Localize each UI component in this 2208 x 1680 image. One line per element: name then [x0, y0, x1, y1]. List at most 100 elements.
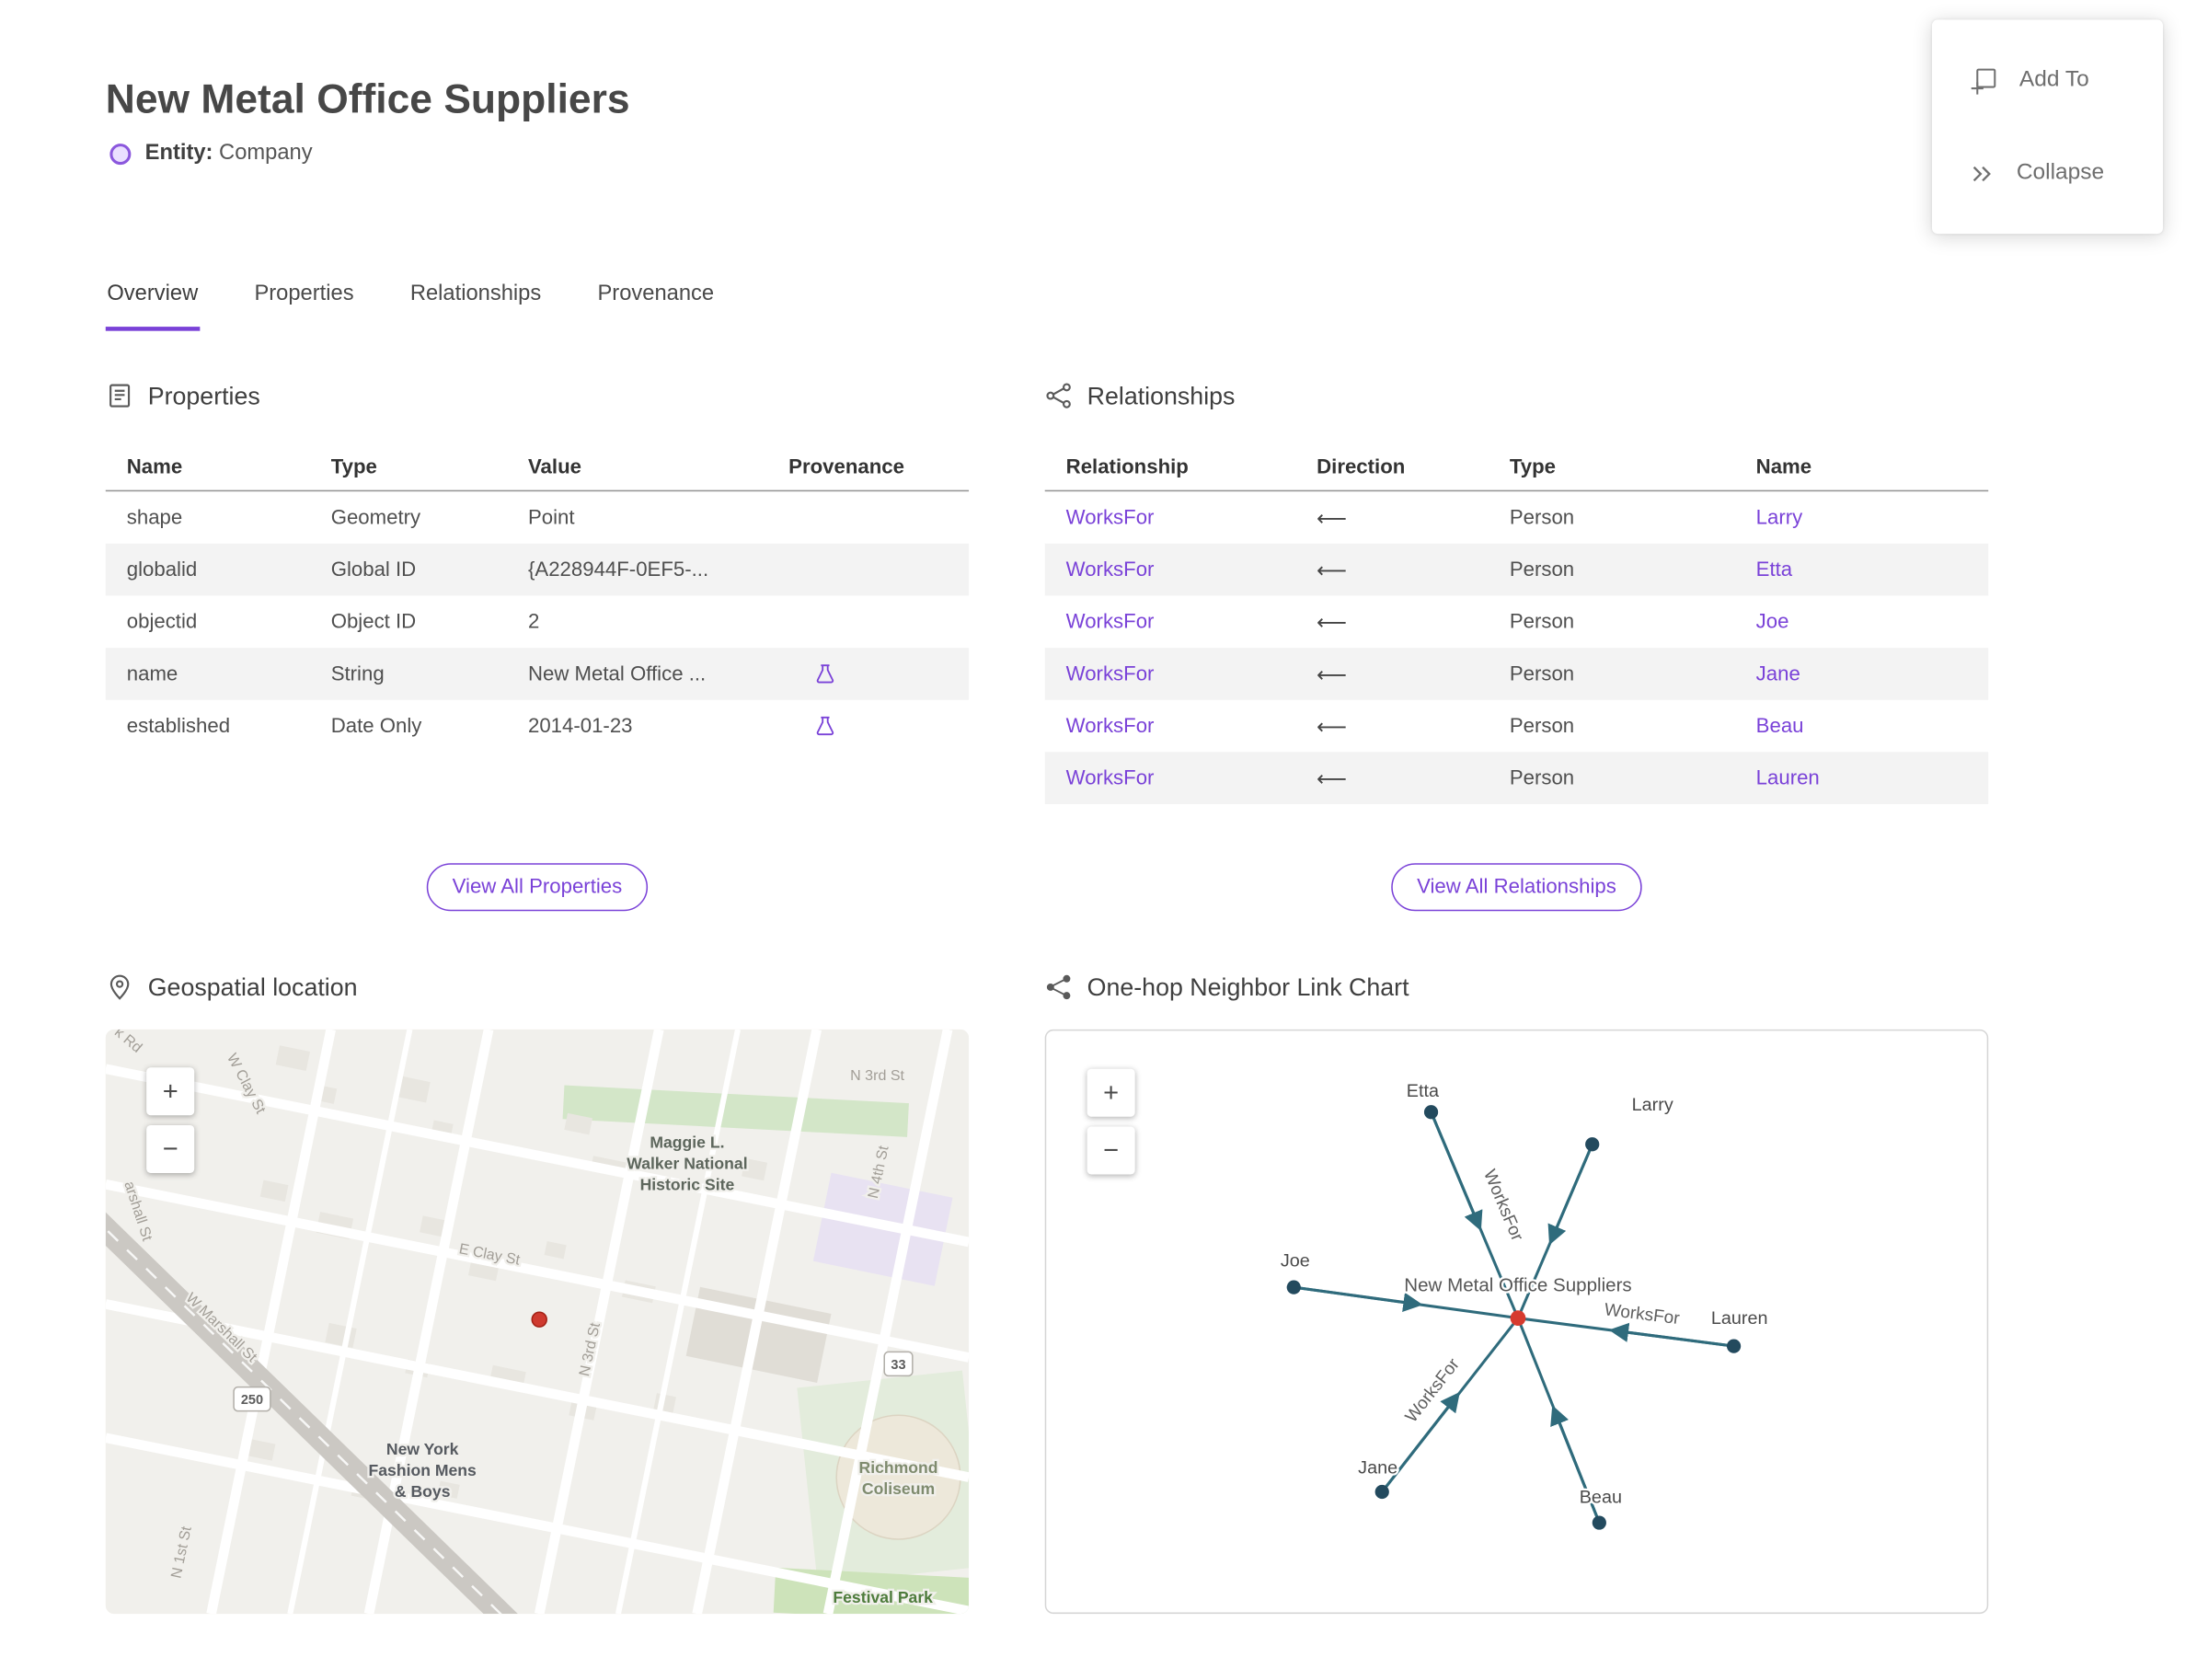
property-row: globalid Global ID {A228944F-0EF5-...	[105, 543, 970, 596]
provenance-flask-icon[interactable]	[814, 662, 836, 685]
relationship-link[interactable]: WorksFor	[1045, 715, 1317, 737]
relationship-type: Person	[1509, 610, 1575, 634]
properties-heading: Properties	[106, 377, 969, 414]
graph-node-joe[interactable]	[1286, 1280, 1301, 1295]
link-chart-heading: One-hop Neighbor Link Chart	[1045, 969, 1989, 1006]
chart-zoom-in-button[interactable]: +	[1087, 1068, 1135, 1117]
related-entity-link[interactable]: Etta	[1756, 558, 1989, 581]
view-all-properties-button[interactable]: View All Properties	[427, 863, 648, 912]
link-chart-section: One-hop Neighbor Link Chart + − WorksFor…	[1044, 969, 1989, 1615]
tab-properties[interactable]: Properties	[253, 270, 355, 331]
properties-icon	[106, 382, 134, 410]
direction-arrow: ⟵	[1317, 661, 1348, 687]
link-chart-canvas[interactable]: WorksFor WorksFor WorksFor New Metal Off…	[1046, 1030, 1986, 1612]
view-all-relationships-button[interactable]: View All Relationships	[1391, 863, 1642, 912]
related-entity-link[interactable]: Jane	[1756, 662, 1989, 685]
node-label: Jane	[1358, 1458, 1397, 1479]
relationships-icon	[1045, 382, 1074, 410]
relationship-row: WorksFor ⟵ Person Jane	[1044, 648, 1989, 700]
property-name: name	[126, 662, 178, 685]
relationship-link[interactable]: WorksFor	[1045, 611, 1317, 633]
property-row: objectid Object ID 2	[106, 595, 969, 648]
svg-text:Richmond: Richmond	[859, 1458, 938, 1477]
edge-label: WorksFor	[1604, 1300, 1682, 1329]
graph-node-center[interactable]	[1510, 1310, 1526, 1327]
properties-table: Name Type Value Provenance shape Geometr…	[105, 445, 970, 753]
property-value: Point	[527, 506, 575, 529]
svg-text:Walker National: Walker National	[627, 1154, 747, 1172]
map-panel[interactable]: + − 250 33 N 3rd St N 4th St N 3rd St N …	[105, 1029, 970, 1615]
property-row: established Date Only 2014-01-23	[106, 700, 969, 753]
relationship-link[interactable]: WorksFor	[1045, 558, 1317, 581]
geospatial-section: Geospatial location + − 250 33 N 3rd St …	[105, 969, 970, 1615]
related-entity-link[interactable]: Lauren	[1756, 766, 1989, 788]
highway-shield-250: 250	[233, 1386, 271, 1412]
entity-label: Entity:	[144, 141, 213, 166]
geospatial-heading: Geospatial location	[106, 969, 969, 1006]
node-label: Beau	[1580, 1488, 1622, 1508]
link-chart-heading-label: One-hop Neighbor Link Chart	[1087, 972, 1409, 1001]
relationship-link[interactable]: WorksFor	[1045, 766, 1317, 788]
property-name: objectid	[126, 610, 198, 634]
graph-node-etta[interactable]	[1423, 1105, 1439, 1120]
graph-node-jane[interactable]	[1374, 1484, 1389, 1500]
entity-type-row: Entity: Company	[109, 141, 313, 167]
node-label: Joe	[1281, 1250, 1310, 1271]
chart-zoom-controls: + −	[1087, 1068, 1135, 1185]
col-name: Name	[1755, 455, 1812, 479]
col-type: Type	[1509, 455, 1556, 479]
add-to-button[interactable]: Add To	[1969, 40, 2163, 120]
chart-zoom-out-button[interactable]: −	[1087, 1126, 1135, 1175]
property-type: Date Only	[330, 714, 422, 738]
collapse-label: Collapse	[2016, 160, 2105, 185]
property-type: Object ID	[330, 610, 417, 634]
svg-text:Maggie L.: Maggie L.	[650, 1133, 724, 1151]
page-title: New Metal Office Suppliers	[105, 77, 630, 123]
add-to-icon	[1969, 65, 1998, 95]
relationship-type: Person	[1509, 714, 1575, 738]
related-entity-link[interactable]: Beau	[1756, 715, 1989, 737]
poi-label-festival-park: Festival Park	[833, 1588, 933, 1606]
map-zoom-out-button[interactable]: −	[146, 1124, 195, 1173]
properties-table-header: Name Type Value Provenance	[105, 445, 970, 492]
graph-node-beau[interactable]	[1592, 1515, 1606, 1530]
direction-arrow: ⟵	[1317, 765, 1348, 791]
property-type: String	[330, 662, 385, 685]
relationship-link[interactable]: WorksFor	[1045, 506, 1317, 528]
tab-overview[interactable]: Overview	[105, 270, 200, 331]
property-value: 2014-01-23	[527, 714, 633, 738]
graph-node-lauren[interactable]	[1726, 1339, 1742, 1353]
link-chart-icon	[1045, 973, 1074, 1002]
relationships-section: Relationships Relationship Direction Typ…	[1044, 377, 1989, 804]
direction-arrow: ⟵	[1317, 557, 1348, 582]
node-label: Larry	[1632, 1095, 1673, 1115]
col-name: Name	[126, 455, 183, 479]
col-provenance: Provenance	[788, 455, 904, 479]
entity-type-icon	[109, 143, 132, 165]
col-direction: Direction	[1317, 455, 1406, 479]
relationship-row: WorksFor ⟵ Person Joe	[1045, 595, 1989, 648]
svg-text:Coliseum: Coliseum	[862, 1479, 935, 1498]
property-name: globalid	[126, 558, 198, 581]
relationships-heading: Relationships	[1045, 377, 1989, 414]
provenance-flask-icon[interactable]	[814, 715, 836, 737]
graph-node-larry[interactable]	[1585, 1137, 1600, 1152]
property-name: shape	[126, 506, 183, 529]
related-entity-link[interactable]: Larry	[1756, 506, 1989, 528]
relationship-link[interactable]: WorksFor	[1045, 662, 1317, 685]
tab-relationships[interactable]: Relationships	[408, 270, 543, 331]
relationship-type: Person	[1509, 558, 1575, 581]
link-chart-panel[interactable]: + − WorksFor WorksFor WorksFor New Metal…	[1044, 1029, 1989, 1615]
tab-provenance[interactable]: Provenance	[596, 270, 716, 331]
entity-detail-page: New Metal Office Suppliers Entity: Compa…	[0, 0, 2208, 1680]
street-label: N 3rd St	[850, 1067, 904, 1084]
properties-section: Properties Name Type Value Provenance sh…	[105, 377, 970, 753]
col-value: Value	[527, 455, 581, 479]
svg-text:250: 250	[241, 1393, 263, 1408]
direction-arrow: ⟵	[1317, 713, 1348, 739]
collapse-button[interactable]: Collapse	[1969, 133, 2163, 213]
map-canvas[interactable]: 250 33 N 3rd St N 4th St N 3rd St N 1st …	[105, 1029, 970, 1615]
related-entity-link[interactable]: Joe	[1756, 611, 1989, 633]
map-zoom-in-button[interactable]: +	[146, 1067, 195, 1116]
relationship-type: Person	[1509, 506, 1575, 529]
